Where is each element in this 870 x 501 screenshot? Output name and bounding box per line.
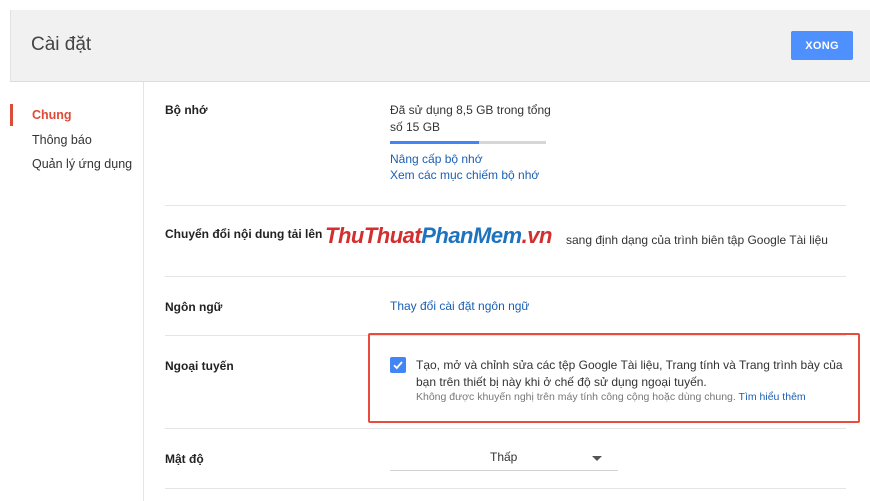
language-label: Ngôn ngữ bbox=[165, 300, 223, 314]
storage-label: Bộ nhớ bbox=[165, 103, 208, 117]
page-title: Cài đặt bbox=[31, 34, 92, 55]
sidebar-item-manage-apps[interactable]: Quản lý ứng dụng bbox=[32, 157, 132, 171]
convert-uploads-text: sang định dạng của trình biên tập Google… bbox=[566, 233, 828, 247]
divider bbox=[165, 488, 846, 489]
dropdown-arrow-icon bbox=[592, 456, 602, 461]
storage-usage-text: Đã sử dụng 8,5 GB trong tổng số 15 GB bbox=[390, 103, 551, 134]
offline-label: Ngoại tuyến bbox=[165, 359, 234, 373]
done-button[interactable]: XONG bbox=[791, 31, 853, 60]
change-language-link[interactable]: Thay đổi cài đặt ngôn ngữ bbox=[390, 299, 529, 313]
divider bbox=[165, 276, 846, 277]
upgrade-storage-link[interactable]: Nâng cấp bộ nhớ bbox=[390, 152, 483, 166]
view-storage-items-link[interactable]: Xem các mục chiếm bộ nhớ bbox=[390, 168, 539, 182]
divider bbox=[165, 205, 846, 206]
offline-highlight-box bbox=[368, 333, 860, 423]
convert-uploads-label: Chuyển đổi nội dung tải lên bbox=[165, 227, 323, 241]
density-label: Mật độ bbox=[165, 452, 204, 466]
storage-progress-fill bbox=[390, 141, 479, 144]
sidebar-item-general[interactable]: Chung bbox=[32, 108, 72, 122]
storage-progress-bar bbox=[390, 141, 546, 144]
sidebar-item-notifications[interactable]: Thông báo bbox=[32, 133, 92, 147]
density-dropdown[interactable]: Thấp bbox=[390, 447, 618, 471]
settings-sidebar: Chung Thông báo Quản lý ứng dụng bbox=[10, 82, 144, 501]
settings-header: Cài đặt XONG bbox=[10, 10, 870, 82]
active-indicator bbox=[10, 104, 13, 126]
density-value: Thấp bbox=[490, 450, 518, 464]
watermark-logo: ThuThuatPhanMem.vn bbox=[325, 223, 552, 248]
divider bbox=[165, 428, 846, 429]
